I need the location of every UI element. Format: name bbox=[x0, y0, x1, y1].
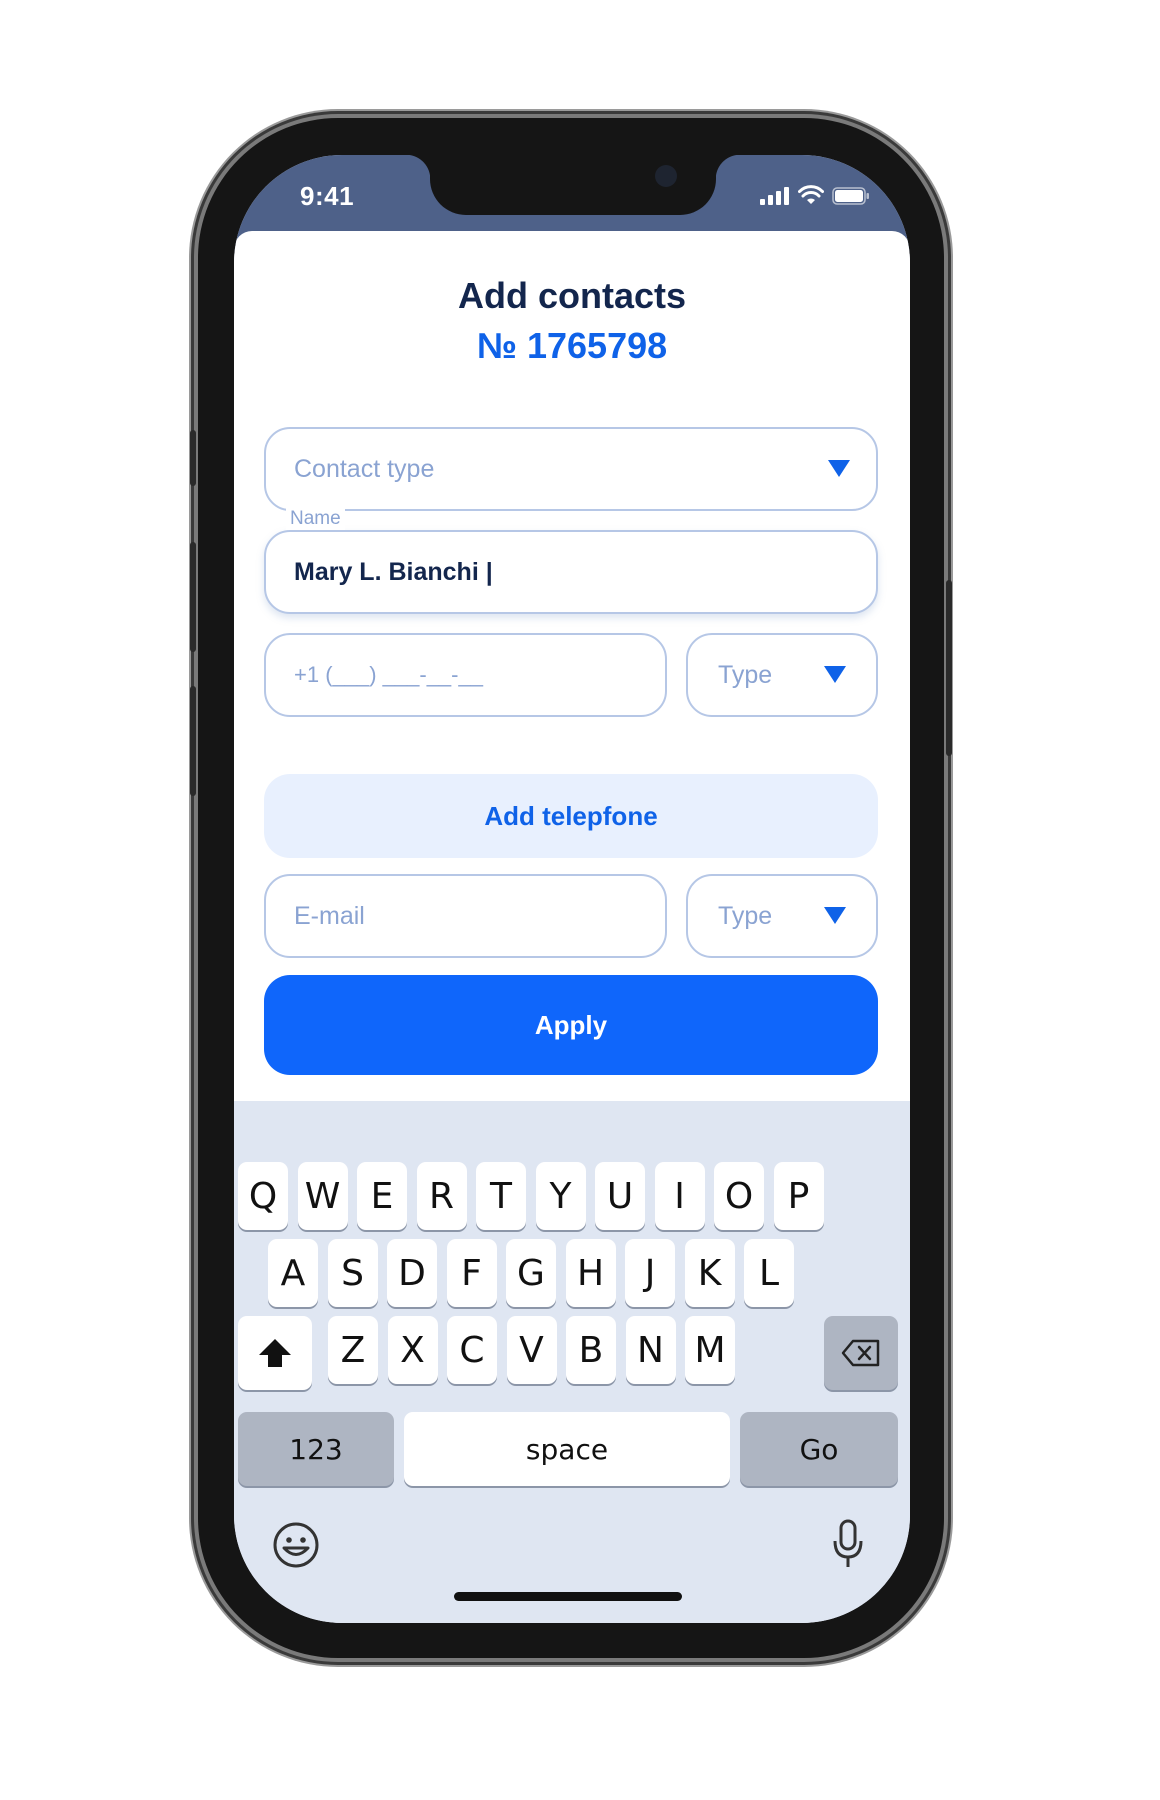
shift-icon bbox=[259, 1339, 291, 1367]
name-label: Name bbox=[286, 508, 345, 530]
email-type-placeholder: Type bbox=[718, 901, 773, 930]
key-s[interactable]: S bbox=[327, 1239, 378, 1307]
battery-icon bbox=[832, 187, 869, 205]
key-e[interactable]: E bbox=[357, 1162, 407, 1230]
name-value: Mary L. Bianchi | bbox=[294, 557, 493, 586]
signal-icon bbox=[760, 187, 789, 205]
key-n[interactable]: N bbox=[625, 1316, 676, 1384]
email-placeholder: E-mail bbox=[294, 901, 365, 930]
email-field[interactable]: E-mail bbox=[264, 874, 667, 958]
volume-down-button bbox=[190, 686, 196, 796]
dropdown-caret-icon bbox=[824, 907, 846, 924]
page-title: Add contacts bbox=[457, 275, 687, 316]
key-w[interactable]: W bbox=[297, 1162, 348, 1230]
contact-type-select[interactable]: Contact type bbox=[264, 427, 878, 511]
add-contacts-sheet: Add contacts № 1765798 Contact type Mary… bbox=[234, 231, 910, 1101]
microphone-icon[interactable] bbox=[831, 1519, 865, 1571]
phone-screen: 9:41 Add contacts № 1765798 Contact type… bbox=[234, 155, 910, 1623]
silent-switch bbox=[190, 430, 196, 486]
key-i[interactable]: I bbox=[654, 1162, 705, 1230]
key-j[interactable]: J bbox=[625, 1239, 675, 1307]
key-b[interactable]: B bbox=[566, 1316, 616, 1384]
key-r[interactable]: R bbox=[416, 1162, 467, 1230]
dropdown-caret-icon bbox=[824, 666, 846, 683]
key-a[interactable]: A bbox=[268, 1239, 318, 1307]
phone-placeholder: +1 (___) ___-__-__ bbox=[294, 662, 483, 687]
volume-up-button bbox=[190, 542, 196, 652]
key-p[interactable]: P bbox=[773, 1162, 824, 1230]
status-time: 9:41 bbox=[300, 181, 355, 211]
power-button bbox=[946, 580, 952, 756]
key-d[interactable]: D bbox=[387, 1239, 437, 1307]
key-o[interactable]: O bbox=[714, 1162, 764, 1230]
key-t[interactable]: T bbox=[476, 1162, 526, 1230]
contact-number: № 1765798 bbox=[476, 325, 668, 366]
space-key[interactable]: space bbox=[404, 1412, 730, 1486]
key-u[interactable]: U bbox=[595, 1162, 645, 1230]
key-l[interactable]: L bbox=[744, 1239, 794, 1307]
contact-type-placeholder: Contact type bbox=[294, 454, 435, 483]
backspace-icon bbox=[841, 1339, 880, 1367]
dropdown-caret-icon bbox=[828, 460, 850, 477]
status-icons bbox=[760, 185, 870, 205]
name-field[interactable]: Mary L. Bianchi | bbox=[264, 530, 878, 614]
email-type-select[interactable]: Type bbox=[686, 874, 878, 958]
phone-type-placeholder: Type bbox=[718, 660, 773, 689]
key-x[interactable]: X bbox=[387, 1316, 438, 1384]
notch bbox=[406, 155, 740, 215]
phone-field[interactable]: +1 (___) ___-__-__ bbox=[264, 633, 667, 717]
home-indicator bbox=[454, 1592, 682, 1601]
front-camera bbox=[655, 165, 677, 187]
apply-button[interactable]: Apply bbox=[264, 975, 878, 1075]
add-telephone-button[interactable]: Add telepfone bbox=[264, 774, 878, 858]
numbers-key[interactable]: 123 bbox=[238, 1412, 394, 1486]
go-key[interactable]: Go bbox=[740, 1412, 898, 1486]
backspace-key[interactable] bbox=[824, 1316, 898, 1390]
shift-key[interactable] bbox=[238, 1316, 312, 1390]
key-q[interactable]: Q bbox=[238, 1162, 288, 1230]
key-y[interactable]: Y bbox=[535, 1162, 586, 1230]
key-c[interactable]: C bbox=[447, 1316, 497, 1384]
phone-type-select[interactable]: Type bbox=[686, 633, 878, 717]
key-g[interactable]: G bbox=[506, 1239, 556, 1307]
key-f[interactable]: F bbox=[446, 1239, 497, 1307]
key-k[interactable]: K bbox=[684, 1239, 735, 1307]
key-h[interactable]: H bbox=[565, 1239, 616, 1307]
key-m[interactable]: M bbox=[685, 1316, 735, 1384]
key-v[interactable]: V bbox=[506, 1316, 557, 1384]
key-z[interactable]: Z bbox=[328, 1316, 378, 1384]
wifi-icon bbox=[798, 185, 824, 204]
emoji-icon[interactable] bbox=[272, 1521, 320, 1569]
